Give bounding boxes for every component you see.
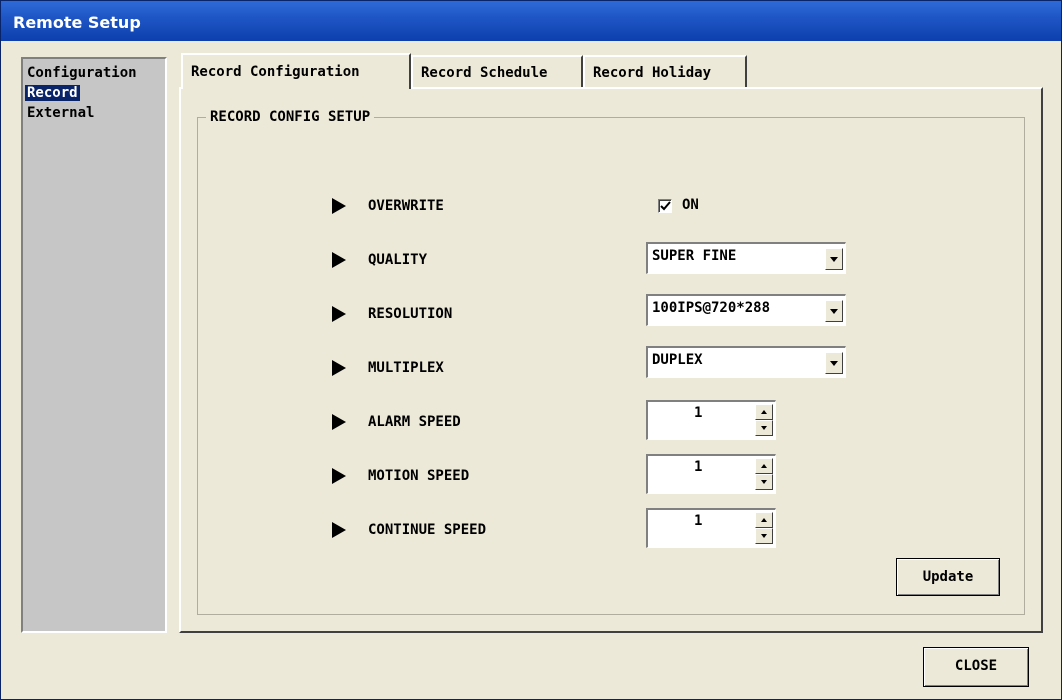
chevron-down-icon[interactable]	[825, 352, 843, 374]
spin-down-icon[interactable]	[755, 528, 773, 544]
quality-value: SUPER FINE	[652, 248, 737, 264]
arrow-right-icon	[332, 306, 346, 322]
multiplex-select[interactable]: DUPLEX	[646, 346, 846, 378]
quality-label: QUALITY	[368, 252, 428, 268]
arrow-right-icon	[332, 414, 346, 430]
sidebar-item-external[interactable]: External	[25, 103, 165, 123]
sidebar-item-configuration[interactable]: Configuration	[25, 63, 165, 83]
spin-down-icon[interactable]	[755, 474, 773, 490]
resolution-label: RESOLUTION	[368, 306, 453, 322]
window-title: Remote Setup	[1, 1, 1061, 41]
arrow-right-icon	[332, 468, 346, 484]
arrow-right-icon	[332, 522, 346, 538]
overwrite-label: OVERWRITE	[368, 198, 444, 214]
multiplex-value: DUPLEX	[652, 352, 703, 368]
remote-setup-window: Remote Setup Configuration Record Extern…	[0, 0, 1062, 700]
arrow-right-icon	[332, 360, 346, 376]
continue-speed-label: CONTINUE SPEED	[368, 522, 487, 538]
chevron-down-icon[interactable]	[825, 248, 843, 270]
multiplex-label: MULTIPLEX	[368, 360, 444, 376]
arrow-right-icon	[332, 198, 346, 214]
close-button[interactable]: CLOSE	[923, 647, 1029, 687]
chevron-down-icon[interactable]	[825, 300, 843, 322]
resolution-select[interactable]: 100IPS@720*288	[646, 294, 846, 326]
continue-speed-value: 1	[694, 513, 703, 529]
alarm-speed-label: ALARM SPEED	[368, 414, 461, 430]
spin-up-icon[interactable]	[755, 404, 773, 420]
overwrite-checkbox-label: ON	[682, 197, 699, 213]
window-body: Configuration Record External Record Con…	[9, 41, 1055, 693]
motion-speed-value: 1	[694, 459, 703, 475]
motion-speed-label: MOTION SPEED	[368, 468, 470, 484]
update-button[interactable]: Update	[896, 558, 1000, 596]
arrow-right-icon	[332, 252, 346, 268]
overwrite-checkbox[interactable]	[658, 199, 672, 213]
spin-up-icon[interactable]	[755, 512, 773, 528]
sidebar-item-record[interactable]: Record	[25, 83, 165, 103]
tab-record-holiday[interactable]: Record Holiday	[583, 55, 747, 87]
tab-record-schedule[interactable]: Record Schedule	[411, 55, 583, 87]
checkmark-icon	[660, 201, 671, 211]
continue-speed-stepper[interactable]: 1	[646, 508, 776, 548]
alarm-speed-value: 1	[694, 405, 703, 421]
alarm-speed-stepper[interactable]: 1	[646, 400, 776, 440]
sidebar: Configuration Record External	[21, 57, 167, 633]
spin-up-icon[interactable]	[755, 458, 773, 474]
tab-record-configuration[interactable]: Record Configuration	[181, 53, 411, 89]
quality-select[interactable]: SUPER FINE	[646, 242, 846, 274]
record-config-group: RECORD CONFIG SETUP OVERWRITE ON QUALITY…	[197, 108, 1025, 615]
spin-down-icon[interactable]	[755, 420, 773, 436]
tab-panel: RECORD CONFIG SETUP OVERWRITE ON QUALITY…	[179, 87, 1043, 633]
group-title: RECORD CONFIG SETUP	[206, 108, 375, 126]
resolution-value: 100IPS@720*288	[652, 300, 771, 316]
motion-speed-stepper[interactable]: 1	[646, 454, 776, 494]
